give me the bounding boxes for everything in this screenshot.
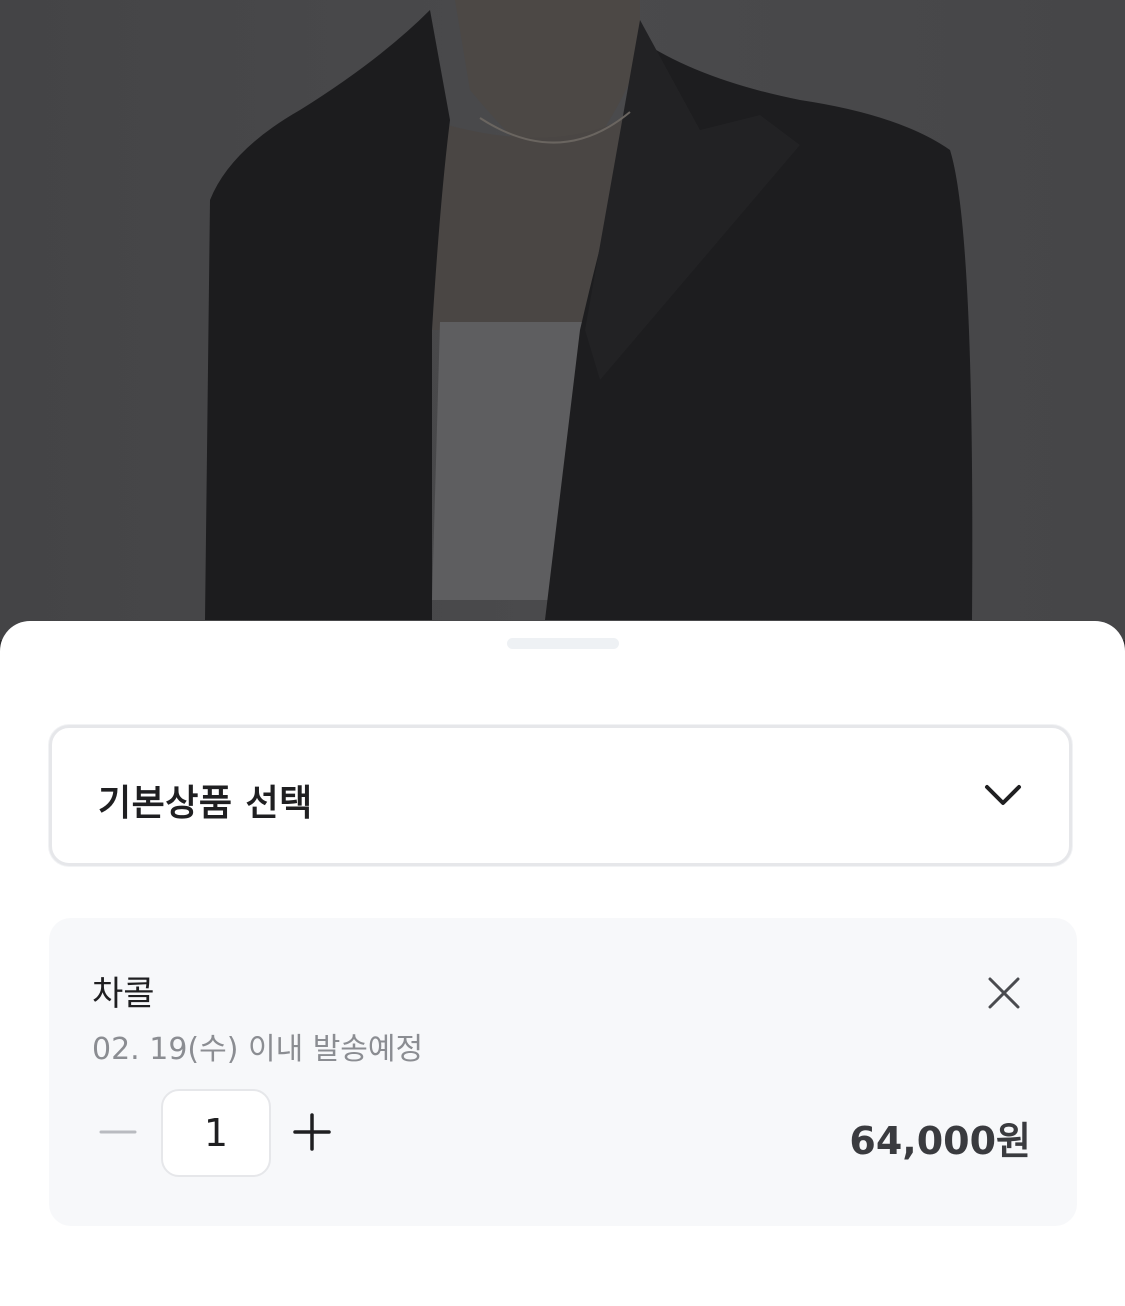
screen: 기본상품 선택 차콜 02. 19(수) 이내 발송예정 1 64,000원 bbox=[0, 0, 1125, 1306]
minus-icon[interactable] bbox=[97, 1111, 139, 1153]
chevron-down-icon bbox=[985, 785, 1021, 805]
quantity-field[interactable]: 1 bbox=[161, 1089, 271, 1177]
item-option-name: 차콜 bbox=[92, 974, 155, 1014]
shipping-note: 02. 19(수) 이내 발송예정 bbox=[92, 1032, 424, 1067]
plus-icon[interactable] bbox=[291, 1111, 333, 1153]
option-select-label: 기본상품 선택 bbox=[98, 783, 313, 824]
close-icon[interactable] bbox=[984, 973, 1024, 1013]
option-select-dropdown[interactable]: 기본상품 선택 bbox=[49, 725, 1072, 866]
selected-item-card: 차콜 02. 19(수) 이내 발송예정 1 64,000원 bbox=[49, 918, 1077, 1226]
drag-handle[interactable] bbox=[507, 638, 619, 649]
item-price: 64,000원 bbox=[849, 1119, 1031, 1163]
option-bottom-sheet: 기본상품 선택 차콜 02. 19(수) 이내 발송예정 1 64,000원 bbox=[0, 621, 1125, 1306]
dim-overlay[interactable] bbox=[0, 0, 1125, 640]
